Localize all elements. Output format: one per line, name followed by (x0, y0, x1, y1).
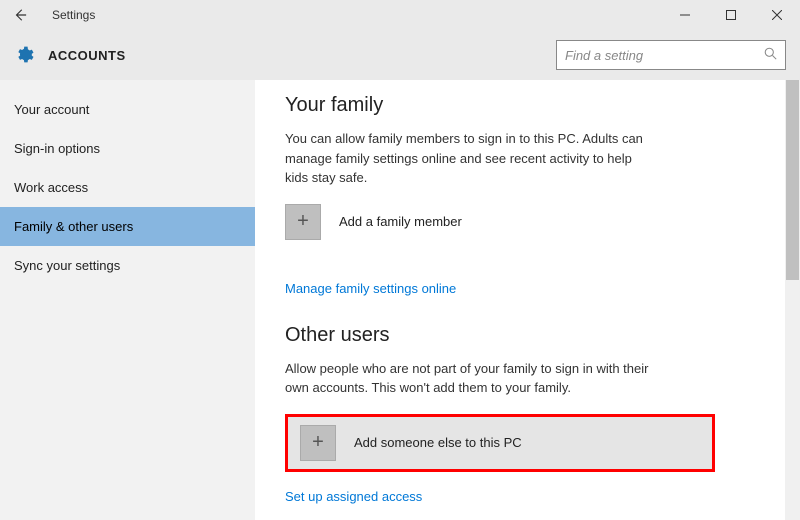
sidebar-item-your-account[interactable]: Your account (0, 90, 255, 129)
plus-icon: + (285, 204, 321, 240)
manage-family-settings-link[interactable]: Manage family settings online (285, 281, 456, 296)
your-family-description: You can allow family members to sign in … (285, 129, 655, 188)
sidebar-item-sync-your-settings[interactable]: Sync your settings (0, 246, 255, 285)
plus-icon: + (300, 425, 336, 461)
close-button[interactable] (754, 0, 800, 30)
add-someone-else-label: Add someone else to this PC (354, 435, 522, 450)
minimize-button[interactable] (662, 0, 708, 30)
maximize-icon (726, 10, 736, 20)
other-users-heading: Other users (285, 324, 770, 347)
maximize-button[interactable] (708, 0, 754, 30)
minimize-icon (680, 10, 690, 20)
add-family-member-label: Add a family member (339, 214, 462, 229)
sidebar-item-sign-in-options[interactable]: Sign-in options (0, 129, 255, 168)
main-content: Your family You can allow family members… (255, 80, 800, 520)
add-someone-else-button[interactable]: + Add someone else to this PC (285, 414, 715, 472)
search-icon (764, 47, 777, 63)
scrollbar[interactable] (785, 80, 800, 520)
arrow-left-icon (13, 8, 27, 22)
header-row: ACCOUNTS (0, 30, 800, 80)
back-button[interactable] (8, 3, 32, 27)
gear-icon (14, 45, 34, 65)
assigned-access-link[interactable]: Set up assigned access (285, 489, 422, 504)
scrollbar-thumb[interactable] (786, 80, 799, 280)
window-controls (662, 0, 800, 30)
your-family-heading: Your family (285, 94, 770, 117)
window-title: Settings (52, 8, 95, 22)
page-title: ACCOUNTS (48, 48, 126, 63)
other-users-description: Allow people who are not part of your fa… (285, 359, 655, 398)
search-box[interactable] (556, 40, 786, 70)
sidebar: Your account Sign-in options Work access… (0, 80, 255, 520)
sidebar-item-work-access[interactable]: Work access (0, 168, 255, 207)
titlebar: Settings (0, 0, 800, 30)
body: Your account Sign-in options Work access… (0, 80, 800, 520)
add-family-member-button[interactable]: + Add a family member (285, 204, 770, 240)
search-input[interactable] (565, 48, 764, 63)
close-icon (772, 10, 782, 20)
sidebar-item-family-other-users[interactable]: Family & other users (0, 207, 255, 246)
